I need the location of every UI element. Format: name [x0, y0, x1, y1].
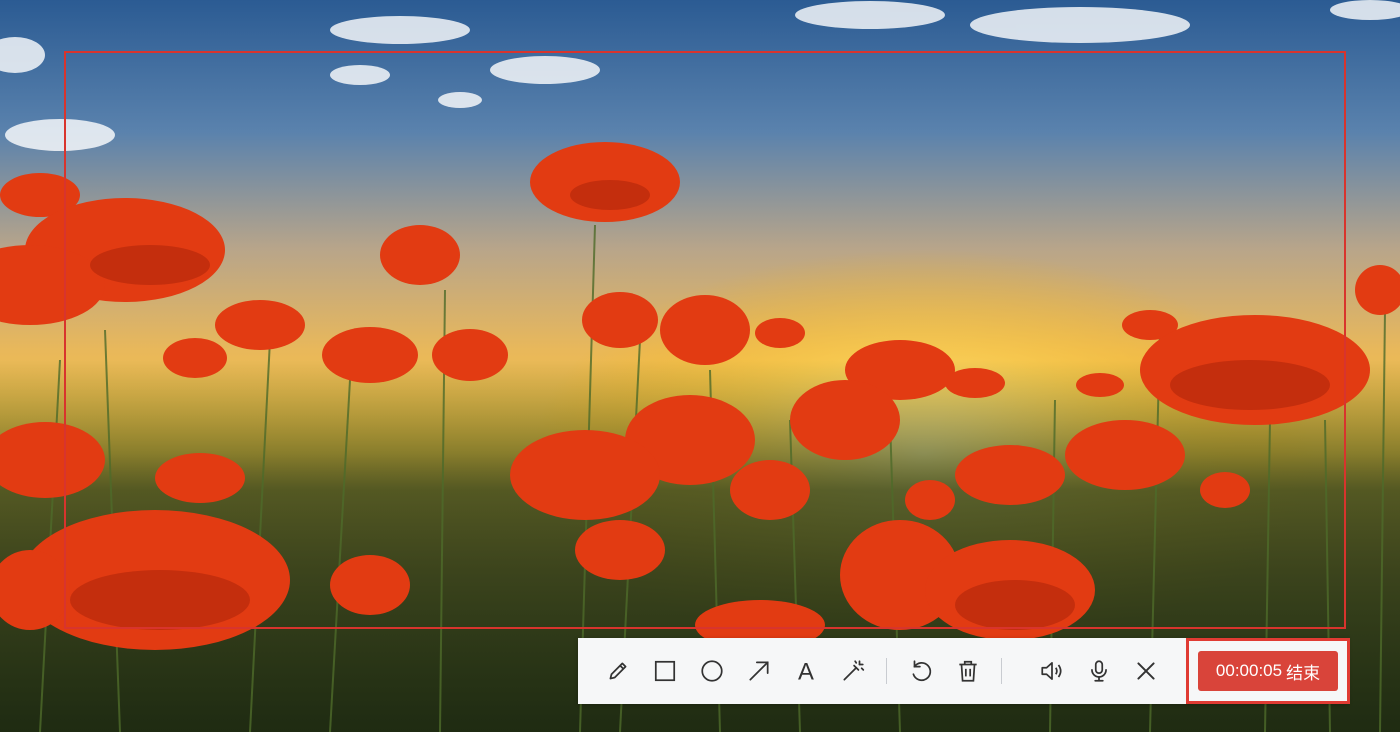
speaker-icon[interactable]: [1028, 651, 1075, 691]
recording-timer: 00:00:05: [1215, 661, 1283, 680]
stop-recording-button[interactable]: 00:00:05 结束: [1198, 651, 1338, 691]
undo-icon[interactable]: [897, 651, 944, 691]
stop-label: 结束: [1286, 663, 1321, 683]
poppy-field-background: [0, 0, 1400, 732]
rectangle-icon[interactable]: [641, 651, 688, 691]
pencil-icon[interactable]: [594, 651, 641, 691]
microphone-icon[interactable]: [1075, 651, 1122, 691]
trash-icon[interactable]: [944, 651, 991, 691]
recording-stop-highlight: 00:00:05 结束: [1186, 638, 1350, 704]
arrow-icon[interactable]: [735, 651, 782, 691]
toolbar-divider: [886, 658, 887, 684]
close-icon[interactable]: [1122, 651, 1169, 691]
toolbar-divider: [1001, 658, 1002, 684]
magic-wand-icon[interactable]: [829, 651, 876, 691]
text-icon[interactable]: A: [782, 651, 829, 691]
text-tool-label: A: [798, 659, 814, 684]
circle-icon[interactable]: [688, 651, 735, 691]
